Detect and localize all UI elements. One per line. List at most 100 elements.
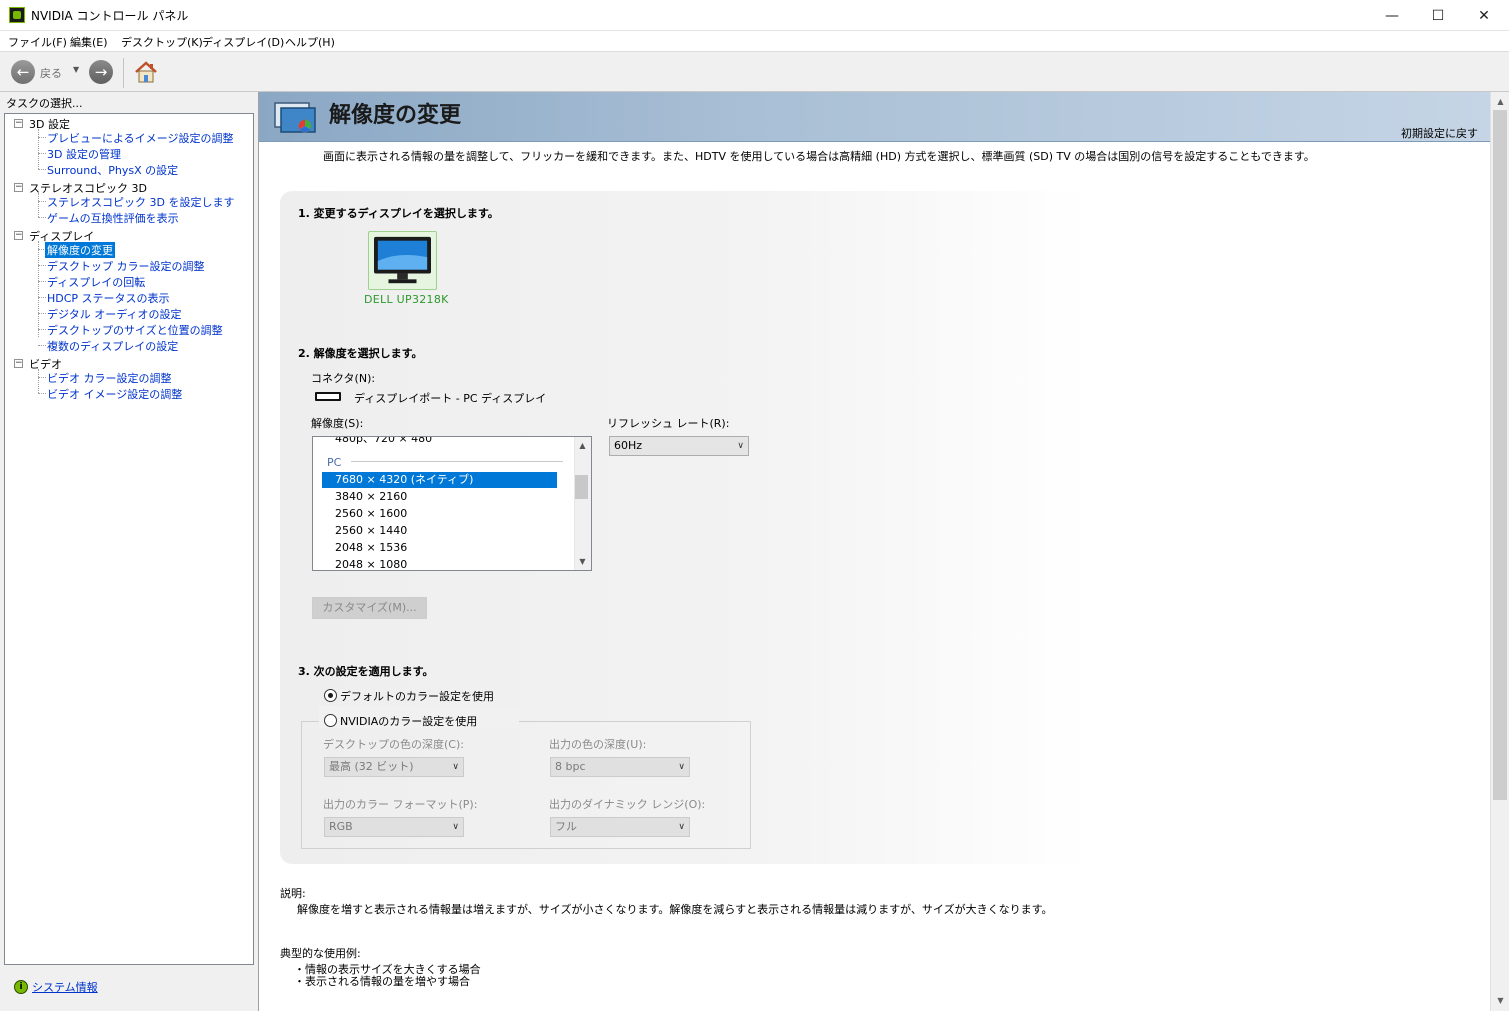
task-select-label: タスクの選択... <box>6 97 83 110</box>
chevron-down-icon: ∨ <box>452 762 459 772</box>
desktop-color-depth-label: デスクトップの色の深度(C): <box>323 738 464 751</box>
tree-connector <box>38 297 46 298</box>
tree-toggle-3d[interactable]: − <box>14 119 23 128</box>
menu-file[interactable]: ファイル(F) <box>8 34 67 50</box>
minimize-button[interactable]: — <box>1369 0 1415 31</box>
resolution-option[interactable]: 3840 × 2160 <box>322 489 557 505</box>
tree-item-digital-audio[interactable]: デジタル オーディオの設定 <box>47 306 182 322</box>
page-description: 画面に表示される情報の量を調整して、フリッカーを緩和できます。また、HDTV を… <box>323 150 1315 163</box>
output-color-format-label: 出力のカラー フォーマット(P): <box>323 798 478 811</box>
maximize-button[interactable]: ☐ <box>1415 0 1461 31</box>
customize-button[interactable]: カスタマイズ(M)... <box>312 597 427 619</box>
radio-default-color-label[interactable]: デフォルトのカラー設定を使用 <box>340 688 494 704</box>
scroll-thumb[interactable] <box>1493 110 1507 800</box>
scroll-up-arrow-icon[interactable]: ▲ <box>1491 94 1509 110</box>
display-tile[interactable] <box>368 231 437 290</box>
display-name-label[interactable]: DELL UP3218K <box>364 293 449 306</box>
resolution-option[interactable]: 7680 × 4320 (ネイティブ) <box>322 472 557 488</box>
close-button[interactable]: ✕ <box>1461 0 1507 31</box>
tree-connector <box>38 169 46 170</box>
back-button-label[interactable]: 戻る <box>40 65 62 81</box>
forward-arrow-icon[interactable]: → <box>89 60 113 84</box>
desktop-color-depth-select[interactable]: 最高 (32 ビット) ∨ <box>324 757 464 777</box>
scroll-down-arrow-icon[interactable]: ▼ <box>1491 993 1509 1009</box>
radio-nvidia-color[interactable] <box>324 714 337 727</box>
tree-item-surround-physx[interactable]: Surround、PhysX の設定 <box>47 162 178 178</box>
tree-connector <box>38 265 46 266</box>
output-color-depth-label: 出力の色の深度(U): <box>549 738 647 751</box>
tree-item-hdcp-status[interactable]: HDCP ステータスの表示 <box>47 290 170 306</box>
output-dynamic-range-value: フル <box>555 820 577 833</box>
home-icon[interactable] <box>133 59 159 85</box>
resolution-option[interactable]: 2048 × 1080 <box>322 557 557 570</box>
chevron-down-icon: ∨ <box>737 441 744 451</box>
output-color-depth-select[interactable]: 8 bpc ∨ <box>550 757 690 777</box>
back-history-dropdown-icon[interactable]: ▼ <box>73 65 79 74</box>
title-bar: NVIDIA コントロール パネル — ☐ ✕ <box>0 0 1509 31</box>
menu-help[interactable]: ヘルプ(H) <box>285 34 335 50</box>
refresh-rate-select[interactable]: 60Hz ∨ <box>609 436 749 456</box>
display-resolution-icon <box>274 102 316 133</box>
output-dynamic-range-select[interactable]: フル ∨ <box>550 817 690 837</box>
tree-connector <box>38 345 46 346</box>
tree-item-video-color[interactable]: ビデオ カラー設定の調整 <box>47 370 172 386</box>
resolution-group-pc: PC <box>327 456 342 469</box>
tree-item-game-compat[interactable]: ゲームの互換性評価を表示 <box>47 210 179 226</box>
tree-item-rotate-display[interactable]: ディスプレイの回転 <box>47 274 145 290</box>
toolbar: ← 戻る ▼ → <box>0 51 1509 92</box>
tree-item-change-resolution[interactable]: 解像度の変更 <box>45 242 115 258</box>
refresh-rate-value: 60Hz <box>614 439 643 452</box>
tree-item-multiple-displays[interactable]: 複数のディスプレイの設定 <box>47 338 178 354</box>
usage-title: 典型的な使用例: <box>280 947 361 960</box>
usage-item: ・表示される情報の量を増やす場合 <box>294 975 470 988</box>
tree-toggle-video[interactable]: − <box>14 359 23 368</box>
resolution-option[interactable]: 2048 × 1536 <box>322 540 557 556</box>
tree-item-preview-image-settings[interactable]: プレビューによるイメージ設定の調整 <box>47 130 233 146</box>
tree-connector <box>38 369 39 393</box>
output-color-format-select[interactable]: RGB ∨ <box>324 817 464 837</box>
toolbar-separator <box>123 58 124 88</box>
tree-connector <box>38 137 46 138</box>
resolution-listbox[interactable]: 480p、720 × 480 PC 7680 × 4320 (ネイティブ) 38… <box>312 436 592 571</box>
tree-item-desktop-color[interactable]: デスクトップ カラー設定の調整 <box>47 258 205 274</box>
scroll-down-arrow-icon[interactable]: ▼ <box>574 553 591 570</box>
tree-connector <box>38 193 39 217</box>
tree-toggle-display[interactable]: − <box>14 231 23 240</box>
restore-defaults-link[interactable]: 初期設定に戻す <box>1401 125 1478 141</box>
radio-default-color[interactable] <box>324 689 337 702</box>
tree-toggle-stereo[interactable]: − <box>14 183 23 192</box>
main-scrollbar[interactable]: ▲ ▼ <box>1490 92 1509 1011</box>
page-header: 解像度の変更 初期設定に戻す <box>259 92 1490 142</box>
tree-connector <box>38 241 39 337</box>
scroll-up-arrow-icon[interactable]: ▲ <box>574 437 591 454</box>
back-arrow-icon[interactable]: ← <box>11 60 35 84</box>
description-text: 解像度を増すと表示される情報量は増えますが、サイズが小さくなります。解像度を減ら… <box>297 903 1053 916</box>
resolution-scrollbar[interactable]: ▲ ▼ <box>574 437 591 570</box>
tree-item-desktop-size-position[interactable]: デスクトップのサイズと位置の調整 <box>47 322 223 338</box>
menu-desktop[interactable]: デスクトップ(K) <box>121 34 203 50</box>
resolution-group-divider <box>351 461 563 462</box>
tree-connector <box>38 329 46 330</box>
menu-edit[interactable]: 編集(E) <box>70 34 108 50</box>
system-info-link[interactable]: システム情報 <box>32 979 98 995</box>
tree-connector <box>38 377 46 378</box>
tree-item-setup-stereo[interactable]: ステレオスコピック 3D を設定します <box>47 194 234 210</box>
monitor-icon <box>374 236 431 284</box>
resolution-option[interactable]: 2560 × 1600 <box>322 506 557 522</box>
displayport-icon <box>315 392 341 401</box>
main-content: 解像度の変更 初期設定に戻す 画面に表示される情報の量を調整して、フリッカーを緩… <box>259 92 1490 1011</box>
menu-display[interactable]: ディスプレイ(D) <box>202 34 284 50</box>
resolution-option-480p[interactable]: 480p、720 × 480 <box>322 437 557 447</box>
tree-item-manage-3d[interactable]: 3D 設定の管理 <box>47 146 121 162</box>
task-tree: − 3D 設定 プレビューによるイメージ設定の調整 3D 設定の管理 Surro… <box>4 113 254 965</box>
scroll-thumb[interactable] <box>575 475 588 499</box>
section-1-heading: 1. 変更するディスプレイを選択します。 <box>298 207 499 220</box>
tree-item-video-image[interactable]: ビデオ イメージ設定の調整 <box>47 386 182 402</box>
tree-connector <box>38 281 46 282</box>
resolution-option[interactable]: 2560 × 1440 <box>322 523 557 539</box>
output-color-format-value: RGB <box>329 820 353 833</box>
menu-bar: ファイル(F) 編集(E) デスクトップ(K) ディスプレイ(D) ヘルプ(H) <box>0 31 1509 51</box>
radio-nvidia-color-label[interactable]: NVIDIAのカラー設定を使用 <box>340 713 477 729</box>
system-info-icon: i <box>14 980 28 994</box>
task-panel: タスクの選択... − 3D 設定 プレビューによるイメージ設定の調整 3D 設… <box>0 92 258 1011</box>
